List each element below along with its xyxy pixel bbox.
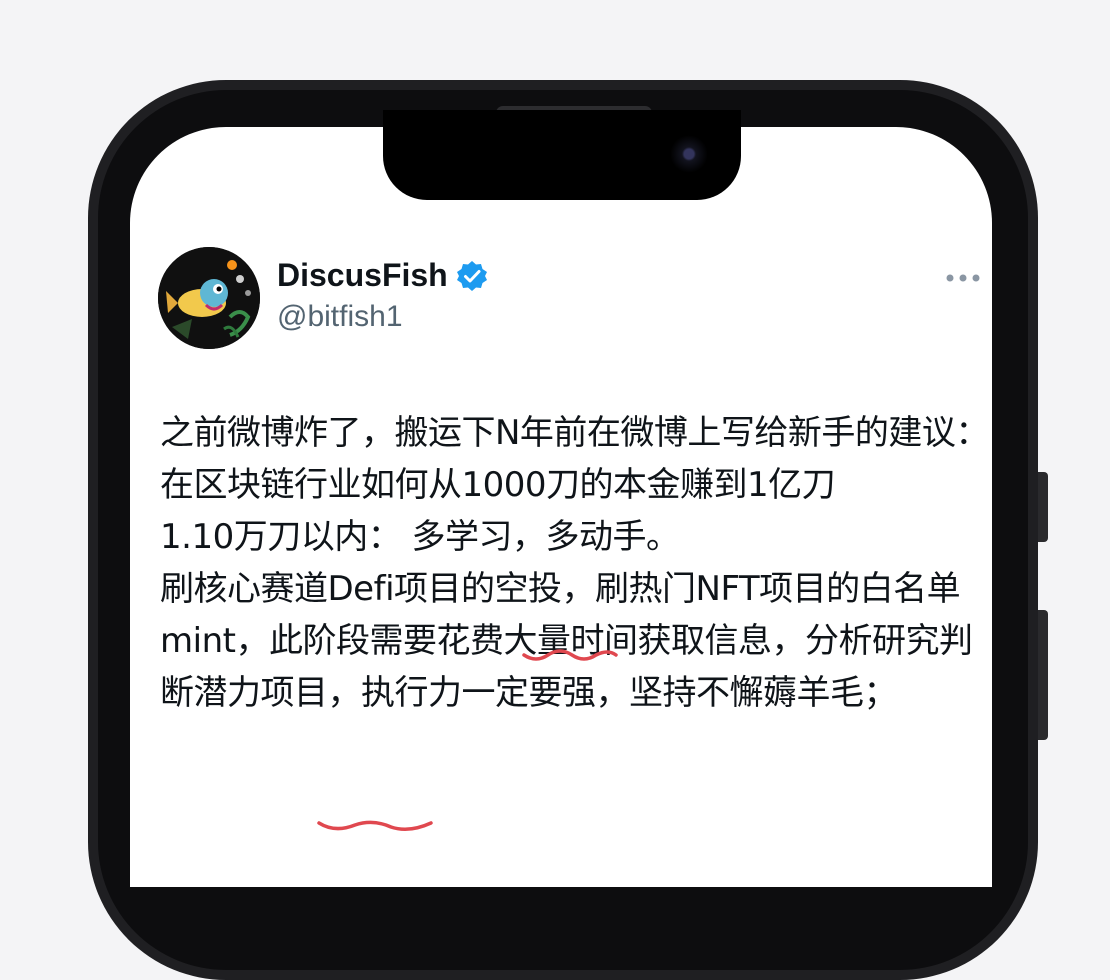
side-button	[1038, 610, 1048, 740]
red-underline-mark	[317, 820, 433, 831]
avatar[interactable]	[158, 247, 260, 349]
more-options-icon[interactable]	[945, 271, 981, 285]
tweet-card: DiscusFish @bitfish1 之前微博炸了，搬运下N年前在微博上写给…	[130, 127, 992, 887]
phone-screen: DiscusFish @bitfish1 之前微博炸了，搬运下N年前在微博上写给…	[130, 127, 992, 887]
display-name[interactable]: DiscusFish	[277, 257, 448, 294]
avatar-fish-image	[158, 247, 260, 349]
side-button	[1038, 472, 1048, 542]
verified-badge-icon	[457, 261, 487, 291]
front-camera-icon	[670, 135, 708, 173]
tweet-body-text: 之前微博炸了，搬运下N年前在微博上写给新手的建议：在区块链行业如何从1000刀的…	[160, 413, 989, 713]
red-underline-mark	[522, 649, 618, 661]
user-handle[interactable]: @bitfish1	[277, 300, 403, 334]
